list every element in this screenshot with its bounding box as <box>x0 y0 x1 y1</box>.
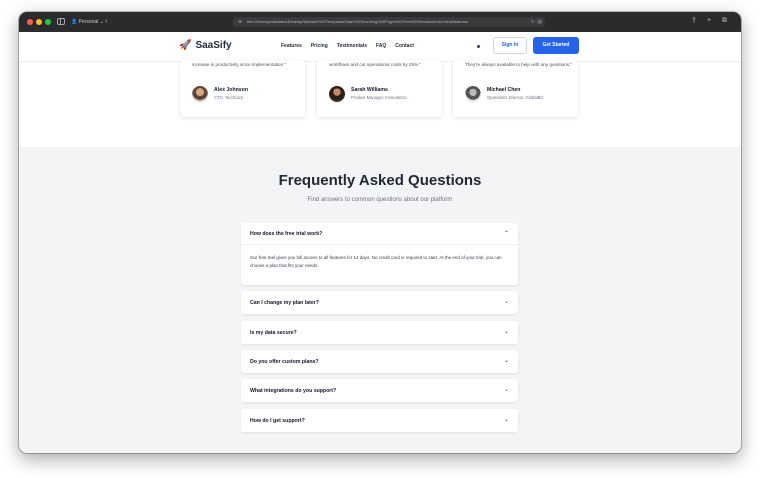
testimonial-role: CTO, TechCorp <box>214 95 243 100</box>
close-window-button[interactable] <box>27 19 33 25</box>
faq-item-integrations[interactable]: What integrations do you support? ⌄ <box>241 379 518 402</box>
chevron-down-icon: ⌄ <box>503 299 509 305</box>
get-started-button[interactable]: Get Started <box>533 37 579 54</box>
faq-answer: Our free trial gives you full access to … <box>250 255 502 268</box>
browser-titlebar: 👤 Personal ⌄ ‹ ⊕ file:///Users/paakalaba… <box>19 12 741 32</box>
testimonial-name: Sarah Williams <box>351 87 388 93</box>
url-text: file:///Users/paakalaba/Desktop/Website%… <box>247 19 469 24</box>
faq-question: How does the free trial work? <box>250 231 323 237</box>
faq-item-free-trial[interactable]: How does the free trial work? ⌃ Our free… <box>241 223 518 285</box>
nav-link-faq[interactable]: FAQ <box>376 42 386 51</box>
faq-question: Can I change my plan later? <box>250 300 319 306</box>
zoom-window-button[interactable] <box>45 19 51 25</box>
person-icon: 👤 <box>71 19 79 25</box>
testimonial-card: They're always available to help with an… <box>453 60 578 117</box>
theme-toggle-icon[interactable] <box>477 45 480 48</box>
reload-icon[interactable]: ↻ <box>531 17 535 27</box>
faq-question: Do you offer custom plans? <box>250 359 319 365</box>
profile-label: Personal <box>78 19 99 25</box>
testimonial-role: Operations Director, GlobalBiz <box>487 95 544 100</box>
nav-links: Features Pricing Testimonials FAQ Contac… <box>281 42 414 51</box>
testimonial-name: Alex Johnson <box>214 87 249 93</box>
testimonial-card: workflows and cut operational costs by 2… <box>317 60 442 117</box>
minimize-window-button[interactable] <box>36 19 42 25</box>
faq-subheading: Find answers to common questions about o… <box>307 197 453 203</box>
testimonial-quote: They're always available to help with an… <box>465 62 572 67</box>
nav-link-features[interactable]: Features <box>281 42 302 51</box>
faq-divider <box>241 244 518 245</box>
rocket-icon: 🚀 <box>179 40 192 51</box>
address-bar[interactable]: ⊕ file:///Users/paakalaba/Desktop/Websit… <box>233 17 545 27</box>
testimonials-section: increase in productivity since implement… <box>19 60 741 147</box>
faq-question: What integrations do you support? <box>250 388 337 394</box>
site-logo[interactable]: 🚀 SaaSify <box>179 40 232 52</box>
chevron-down-icon: ⌄ <box>503 329 509 335</box>
chevron-down-icon: ⌄ <box>98 19 104 25</box>
testimonial-quote: workflows and cut operational costs by 2… <box>329 62 422 67</box>
testimonial-card: increase in productivity since implement… <box>180 60 305 117</box>
faq-item-custom-plans[interactable]: Do you offer custom plans? ⌄ <box>241 350 518 373</box>
chevron-up-icon: ⌃ <box>503 231 509 237</box>
faq-heading: Frequently Asked Questions <box>278 172 482 189</box>
testimonial-role: Product Manager, InnovateCo <box>351 95 407 100</box>
testimonial-name: Michael Chen <box>487 87 521 93</box>
avatar <box>192 86 208 102</box>
sign-in-button[interactable]: Sign In <box>493 37 527 54</box>
faq-item-support[interactable]: How do I get support? ⌄ <box>241 409 518 432</box>
avatar <box>329 86 345 102</box>
profile-menu[interactable]: 👤 Personal ⌄ <box>71 17 104 27</box>
share-icon[interactable]: ⇪ <box>691 16 697 26</box>
new-tab-icon[interactable]: + <box>707 16 711 26</box>
chevron-down-icon: ⌄ <box>503 417 509 423</box>
testimonial-quote: increase in productivity since implement… <box>192 62 287 67</box>
faq-item-data-secure[interactable]: Is my data secure? ⌄ <box>241 321 518 344</box>
faq-question: How do I get support? <box>250 418 305 424</box>
logo-text: SaaSify <box>195 40 232 51</box>
sidebar-toggle-icon[interactable] <box>57 18 65 25</box>
browser-window: 👤 Personal ⌄ ‹ ⊕ file:///Users/paakalaba… <box>19 12 741 453</box>
nav-link-contact[interactable]: Contact <box>395 42 414 51</box>
chevron-down-icon: ⌄ <box>503 387 509 393</box>
back-button[interactable]: ‹ <box>105 16 108 26</box>
faq-item-change-plan[interactable]: Can I change my plan later? ⌄ <box>241 291 518 314</box>
site-info-icon[interactable]: ⊕ <box>238 17 242 27</box>
chevron-down-icon: ⌄ <box>503 358 509 364</box>
tab-overview-icon[interactable]: ⧉ <box>722 16 727 26</box>
avatar <box>465 86 481 102</box>
reader-icon[interactable]: ▤ <box>537 17 542 27</box>
nav-link-testimonials[interactable]: Testimonials <box>337 42 367 51</box>
site-navbar: 🚀 SaaSify Features Pricing Testimonials … <box>19 32 741 62</box>
faq-question: Is my data secure? <box>250 330 297 336</box>
nav-link-pricing[interactable]: Pricing <box>311 42 328 51</box>
